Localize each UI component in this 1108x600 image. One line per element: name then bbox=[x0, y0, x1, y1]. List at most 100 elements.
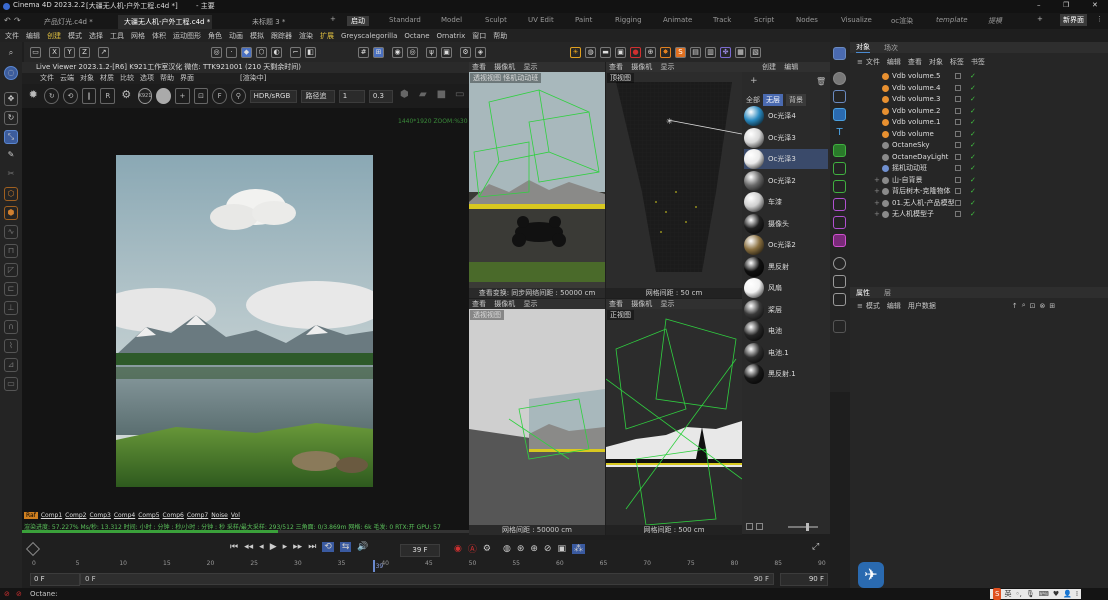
enabled-check-icon[interactable]: ✓ bbox=[970, 71, 976, 82]
slider-handle[interactable] bbox=[806, 522, 809, 531]
keyframe-icon[interactable] bbox=[25, 541, 41, 557]
menu-volume[interactable]: 体积 bbox=[152, 31, 166, 41]
model-mode-icon[interactable]: ▭ bbox=[30, 46, 41, 58]
menu-window[interactable]: 窗口 bbox=[472, 31, 486, 41]
object-row[interactable]: + 山-自背景 ✓ bbox=[850, 175, 1108, 186]
channel-tag[interactable]: Noise bbox=[211, 512, 228, 519]
ime-keyboard-icon[interactable]: ⌨ bbox=[1039, 588, 1049, 600]
sphere-light-icon[interactable]: ◍ bbox=[585, 46, 596, 58]
layout-tab-template[interactable]: template bbox=[936, 16, 968, 24]
layout-tab-uvedit[interactable]: UV Edit bbox=[528, 16, 554, 24]
render-region-icon[interactable]: ◎ bbox=[407, 46, 418, 58]
text-icon[interactable]: T bbox=[833, 126, 846, 139]
vp-menu-display[interactable]: 显示 bbox=[523, 300, 537, 308]
visibility-toggle[interactable] bbox=[955, 96, 961, 102]
range-slider[interactable]: 0 F 90 F bbox=[80, 573, 774, 585]
lv-menu-options[interactable]: 选项 bbox=[140, 73, 154, 84]
focus-icon[interactable]: F bbox=[212, 88, 228, 104]
menu-mode[interactable]: 模式 bbox=[68, 31, 82, 41]
thumbnail-size-slider[interactable] bbox=[788, 522, 818, 531]
material-item[interactable]: 风扇 bbox=[744, 278, 828, 298]
points-mode-icon[interactable]: · bbox=[226, 46, 237, 58]
object-row[interactable]: Vdb volume.2 ✓ bbox=[850, 106, 1108, 117]
vp-menu-camera[interactable]: 摄像机 bbox=[631, 63, 652, 71]
channel-tag-raf[interactable]: Raf bbox=[24, 512, 38, 519]
channel-tag[interactable]: Comp2 bbox=[65, 512, 86, 519]
cylinder-icon[interactable]: ⬢ bbox=[4, 206, 18, 220]
lv-menu-cloud[interactable]: 云端 bbox=[60, 73, 74, 84]
light-object-icon[interactable] bbox=[833, 293, 846, 306]
octane-icon[interactable] bbox=[833, 47, 846, 60]
mat-menu-create[interactable]: 创建 bbox=[762, 63, 776, 71]
disabled-tool-icon[interactable] bbox=[833, 320, 846, 333]
object-row[interactable]: Vdb volume.3 ✓ bbox=[850, 94, 1108, 105]
layout-tab-nodes[interactable]: Nodes bbox=[796, 16, 818, 24]
vp-menu-view[interactable]: 查看 bbox=[609, 63, 623, 71]
paint-icon[interactable]: ▣ bbox=[441, 46, 452, 58]
new-interface-button[interactable]: 新界面 bbox=[1060, 14, 1087, 26]
deformer-icon[interactable] bbox=[833, 198, 846, 211]
gear-icon[interactable]: ⚙ bbox=[119, 88, 133, 104]
render-view-icon[interactable]: ◉ bbox=[392, 46, 403, 58]
obj-menu-view[interactable]: 查看 bbox=[908, 57, 922, 67]
search-icon[interactable]: ⌕ bbox=[4, 47, 18, 61]
enabled-check-icon[interactable]: ✓ bbox=[970, 152, 976, 163]
obj-menu-bookmarks[interactable]: 书签 bbox=[971, 57, 985, 67]
menu-character[interactable]: 角色 bbox=[208, 31, 222, 41]
play-icon[interactable]: ▶ bbox=[270, 542, 277, 552]
cloner-icon[interactable] bbox=[833, 162, 846, 175]
polygons-mode-icon[interactable]: ⬡ bbox=[256, 46, 267, 58]
key-settings-icon[interactable]: ⚙ bbox=[483, 544, 491, 554]
environment-icon[interactable] bbox=[833, 257, 846, 270]
object-row[interactable]: Vdb volume.4 ✓ bbox=[850, 83, 1108, 94]
clay-sphere-icon[interactable] bbox=[156, 88, 172, 104]
object-row[interactable]: Vdb volume.5 ✓ bbox=[850, 71, 1108, 82]
record-icon[interactable]: ● bbox=[630, 46, 641, 58]
tab-layers[interactable]: 层 bbox=[884, 288, 891, 298]
viewport-front[interactable]: 查看 摄像机 显示 正视图 网格间距 : 500 cm bbox=[606, 299, 742, 535]
enabled-check-icon[interactable]: ✓ bbox=[970, 163, 976, 174]
live-selection-icon[interactable]: ◌ bbox=[4, 66, 18, 80]
layout-tab-track[interactable]: Track bbox=[713, 16, 731, 24]
hex-icon[interactable]: ⬢ bbox=[397, 88, 411, 104]
vp-menu-camera[interactable]: 摄像机 bbox=[494, 300, 515, 308]
material-item[interactable]: Oc光泽4 bbox=[744, 106, 828, 126]
close-button[interactable]: ✕ bbox=[1092, 1, 1098, 9]
menu-animate[interactable]: 动画 bbox=[229, 31, 243, 41]
lv-menu-help[interactable]: 帮助 bbox=[160, 73, 174, 84]
key-position-icon[interactable]: ◍ bbox=[503, 544, 511, 554]
prev-key-icon[interactable]: ◂◂ bbox=[244, 542, 253, 552]
enabled-check-icon[interactable]: ✓ bbox=[970, 129, 976, 140]
object-row[interactable]: Vdb volume ✓ bbox=[850, 129, 1108, 140]
volume-icon[interactable]: ▧ bbox=[750, 46, 761, 58]
loop-icon[interactable]: ⟲ bbox=[322, 542, 334, 552]
workplane-icon[interactable]: ⌐ bbox=[290, 46, 301, 58]
ime-punct-icon[interactable]: ◦, bbox=[1015, 588, 1021, 600]
visibility-toggle[interactable] bbox=[955, 211, 961, 217]
vp-menu-display[interactable]: 显示 bbox=[660, 63, 674, 71]
attr-menu-userdata[interactable]: 用户数据 bbox=[908, 301, 936, 311]
visibility-toggle[interactable] bbox=[955, 130, 961, 137]
plane-icon[interactable] bbox=[833, 90, 846, 103]
clapboard-icon[interactable]: ▥ bbox=[705, 46, 716, 58]
object-row[interactable]: Vdb volume.1 ✓ bbox=[850, 117, 1108, 128]
knife-icon[interactable]: ✂ bbox=[4, 168, 18, 182]
extrude-icon[interactable]: ⊓ bbox=[4, 244, 18, 258]
layout-menu-icon[interactable]: ⋮ bbox=[1096, 15, 1103, 23]
bend-icon[interactable] bbox=[833, 216, 846, 229]
annotation-icon[interactable]: ▭ bbox=[4, 377, 18, 391]
doc-tab-1[interactable]: 产品灯光.c4d * bbox=[38, 15, 116, 29]
camera-object-icon[interactable] bbox=[833, 275, 846, 288]
viewport-perspective-top[interactable]: 查看 摄像机 显示 透视视图 怪机动动班 查看变换: 同步网络间距 : 5000… bbox=[469, 62, 605, 298]
menu-tools[interactable]: 工具 bbox=[110, 31, 124, 41]
vp-menu-camera[interactable]: 摄像机 bbox=[494, 63, 515, 71]
visibility-toggle[interactable] bbox=[955, 188, 961, 194]
locked-workplane-icon[interactable]: ◧ bbox=[305, 46, 316, 58]
layout-tab-start[interactable]: 启动 bbox=[347, 16, 369, 26]
end-frame-field[interactable]: 90 F bbox=[780, 573, 828, 586]
material-item[interactable]: 电池 bbox=[744, 321, 828, 341]
lv-menu-object[interactable]: 对象 bbox=[80, 73, 94, 84]
material-item[interactable]: 黑反射.1 bbox=[744, 364, 828, 384]
graph-editor-icon[interactable]: ⤢ bbox=[812, 542, 819, 552]
key-mode-icon[interactable]: ⁂ bbox=[571, 543, 585, 554]
